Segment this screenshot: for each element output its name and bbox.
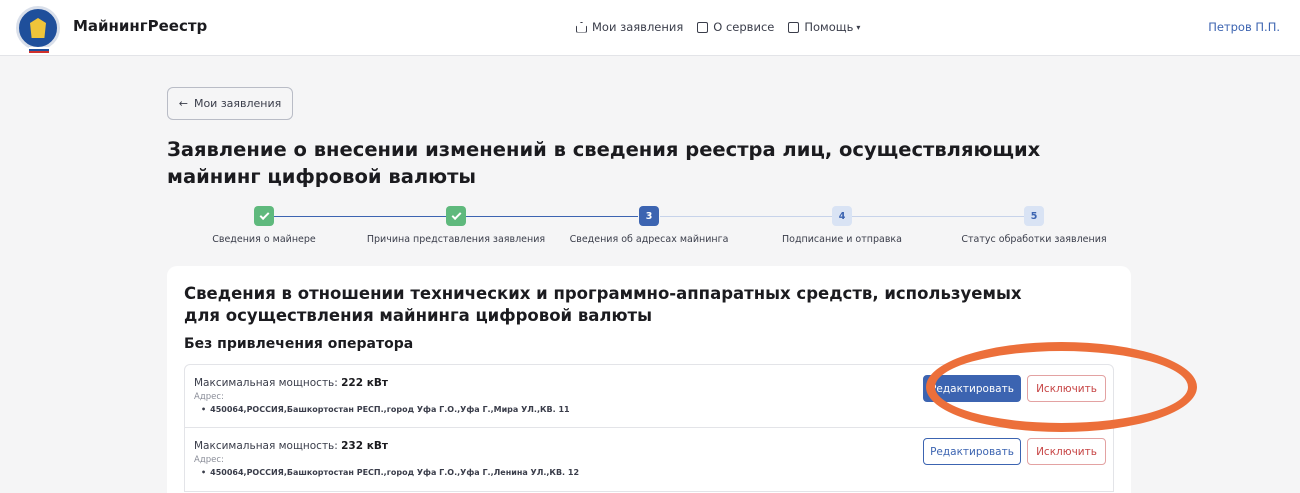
brand-name[interactable]: МайнингРеестр	[73, 17, 207, 35]
step-3-badge[interactable]: 3	[639, 206, 659, 226]
step-2-label: Причина представления заявления	[366, 234, 546, 245]
max-power: Максимальная мощность: 232 кВт	[194, 440, 388, 452]
document-icon	[697, 21, 709, 33]
step-4-label: Подписание и отправка	[782, 234, 902, 245]
step-4-badge: 4	[832, 206, 852, 226]
exclude-button[interactable]: Исключить	[1027, 438, 1106, 465]
mining-equipment-card: Сведения в отношении технических и прогр…	[167, 266, 1131, 493]
arrow-left-icon: ←	[178, 97, 188, 110]
step-1-label: Сведения о майнере	[212, 234, 316, 245]
address-label: Адрес:	[194, 455, 224, 465]
nav-label: О сервисе	[713, 20, 775, 34]
check-icon	[451, 209, 461, 220]
step-5-label: Статус обработки заявления	[961, 234, 1107, 245]
main-nav: Мои заявления О сервисе Помощь ▾	[576, 20, 860, 34]
step-1-badge[interactable]	[254, 206, 274, 226]
stepper-line-todo	[852, 216, 1024, 217]
step-2-badge[interactable]	[446, 206, 466, 226]
step-5-badge: 5	[1024, 206, 1044, 226]
nav-help[interactable]: Помощь ▾	[788, 20, 860, 34]
home-icon	[576, 21, 587, 33]
page-title: Заявление о внесении изменений в сведени…	[167, 138, 1041, 188]
stepper-line-todo	[660, 216, 832, 217]
stepper-line-done	[466, 216, 638, 217]
chevron-down-icon: ▾	[856, 22, 861, 32]
back-button-label: Мои заявления	[193, 97, 282, 110]
max-power: Максимальная мощность: 222 кВт	[194, 377, 388, 389]
check-icon	[259, 209, 269, 220]
edit-button[interactable]: Редактировать	[923, 375, 1021, 402]
card-title: Сведения в отношении технических и прогр…	[184, 284, 1022, 325]
address-label: Адрес:	[194, 392, 224, 402]
top-bar: МайнингРеестр Мои заявления О сервисе По…	[0, 0, 1300, 56]
step-3-label: Сведения об адресах майнинга	[569, 234, 729, 245]
max-power-label: Максимальная мощность:	[194, 377, 338, 389]
address-value: 450064,РОССИЯ,Башкортостан РЕСП.,город У…	[201, 468, 579, 477]
nav-my-applications[interactable]: Мои заявления	[576, 20, 683, 34]
nav-label: Мои заявления	[592, 20, 684, 34]
address-value: 450064,РОССИЯ,Башкортостан РЕСП.,город У…	[201, 405, 569, 414]
equipment-row: Максимальная мощность: 222 кВт Адрес: 45…	[184, 364, 1114, 428]
emblem-logo-icon[interactable]	[16, 6, 60, 53]
max-power-value: 232 кВт	[341, 440, 388, 452]
section-subtitle: Без привлечения оператора	[184, 336, 414, 352]
user-menu[interactable]: Петров П.П.	[1208, 20, 1280, 34]
max-power-value: 222 кВт	[341, 377, 388, 389]
equipment-row: Максимальная мощность: 232 кВт Адрес: 45…	[184, 428, 1114, 492]
help-icon	[788, 21, 800, 33]
stepper-line-done	[274, 216, 446, 217]
back-button[interactable]: ← Мои заявления	[167, 87, 293, 120]
exclude-button[interactable]: Исключить	[1027, 375, 1106, 402]
edit-button[interactable]: Редактировать	[923, 438, 1021, 465]
max-power-label: Максимальная мощность:	[194, 440, 338, 452]
nav-about[interactable]: О сервисе	[697, 20, 774, 34]
nav-label: Помощь	[804, 20, 854, 34]
